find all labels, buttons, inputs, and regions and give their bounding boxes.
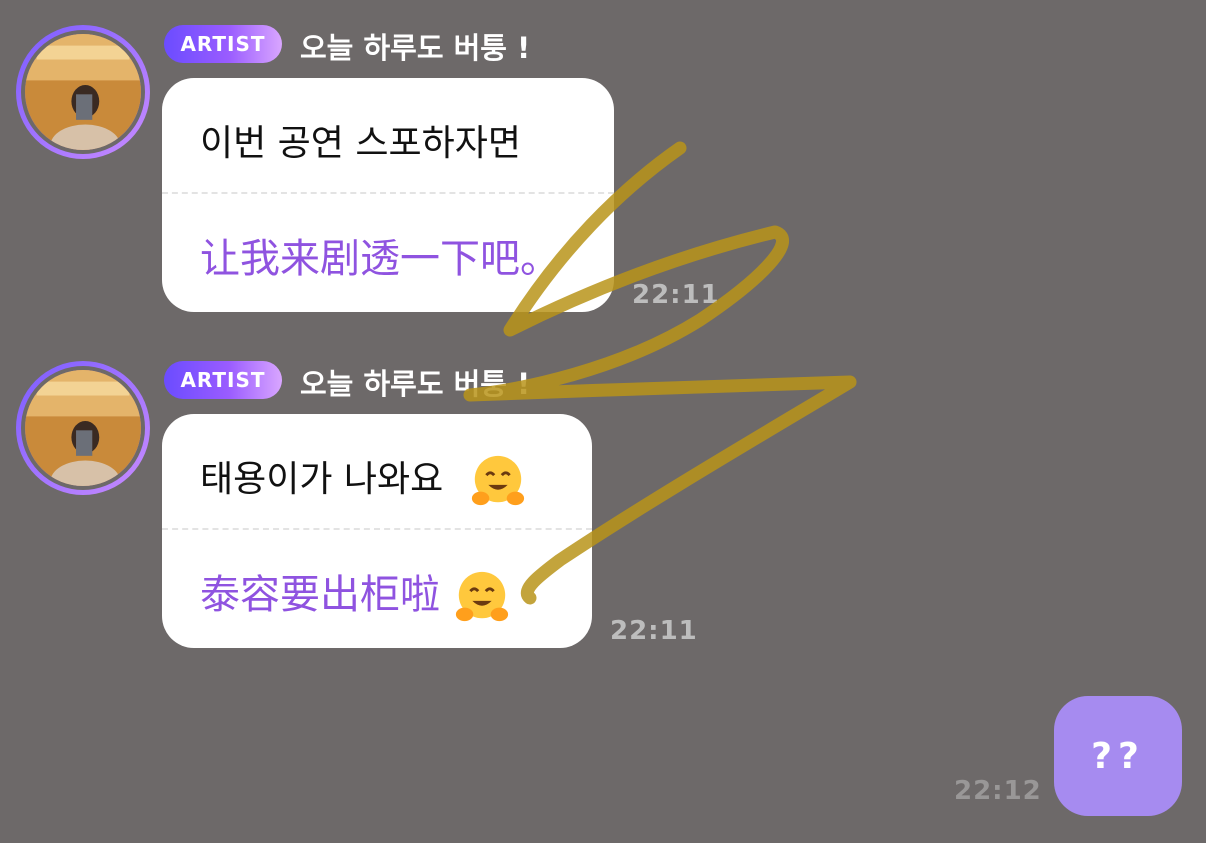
translation-text-row: 泰容要出柜啦	[200, 562, 511, 626]
artist-badge: ARTIST	[164, 25, 282, 63]
message-bubble[interactable]: 이번 공연 스포하자면 让我来剧透一下吧。	[162, 78, 614, 312]
artist-avatar-photo	[25, 370, 141, 486]
artist-avatar-photo	[25, 34, 141, 150]
hugging-face-emoji-icon	[455, 571, 508, 622]
message-text: 태용이가 나와요	[200, 459, 444, 500]
translation-text: 让我来剧透一下吧。	[200, 236, 560, 282]
artist-badge: ARTIST	[164, 361, 282, 399]
message-time: 22:11	[610, 616, 698, 646]
sender-name: 오늘 하루도 버퉁 !	[300, 367, 531, 401]
hugging-face-emoji-icon	[471, 455, 524, 506]
artist-avatar[interactable]	[16, 25, 150, 159]
sender-name: 오늘 하루도 버퉁 !	[300, 31, 531, 65]
message-time: 22:11	[632, 280, 720, 310]
artist-avatar[interactable]	[16, 361, 150, 495]
translation-divider	[162, 528, 592, 530]
translation-text: 泰容要出柜啦	[200, 572, 440, 618]
my-message-time: 22:12	[954, 776, 1042, 806]
translation-divider	[162, 192, 614, 194]
message-text-row: 태용이가 나와요	[200, 450, 527, 510]
message-text: 이번 공연 스포하자면	[200, 123, 521, 164]
my-message-bubble[interactable]: ??	[1054, 696, 1182, 816]
message-bubble[interactable]: 태용이가 나와요 泰容要出柜啦	[162, 414, 592, 648]
